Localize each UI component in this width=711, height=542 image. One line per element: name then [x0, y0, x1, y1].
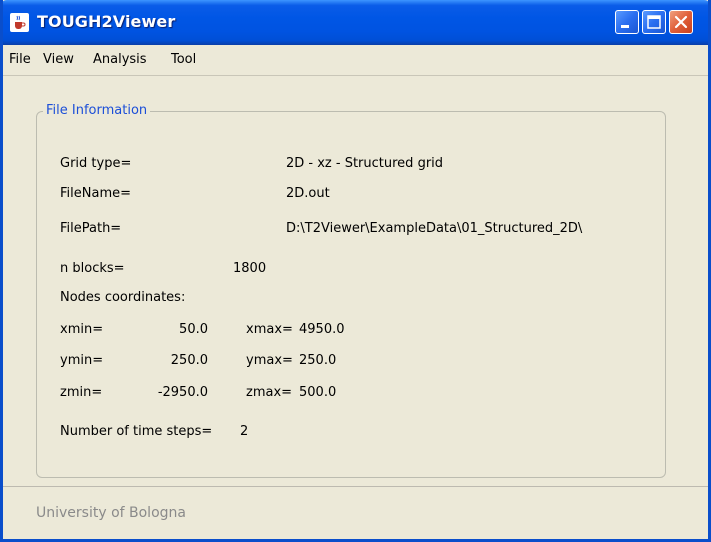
menu-file[interactable]: File [9, 52, 31, 67]
menu-analysis[interactable]: Analysis [93, 52, 147, 67]
nblocks-label: n blocks= [60, 261, 125, 276]
ymax-value: 250.0 [299, 353, 337, 368]
main-window: TOUGH2Viewer File View Analysis Tool Fil… [0, 0, 711, 542]
java-cup-icon [10, 13, 29, 32]
window-title: TOUGH2Viewer [37, 12, 176, 31]
xmax-value: 4950.0 [299, 322, 345, 337]
filepath-value: D:\T2Viewer\ExampleData\01_Structured_2D… [286, 221, 583, 236]
filepath-label: FilePath= [60, 221, 122, 236]
timesteps-label: Number of time steps= [60, 424, 213, 439]
maximize-button[interactable] [642, 10, 666, 34]
xmin-value: 50.0 [179, 322, 208, 337]
zmin-label: zmin= [60, 385, 103, 400]
group-title: File Information [43, 103, 151, 118]
nodes-coordinates-label: Nodes coordinates: [60, 290, 186, 305]
ymin-value: 250.0 [170, 353, 208, 368]
menu-view[interactable]: View [43, 52, 74, 67]
ymax-label: ymax= [246, 353, 293, 368]
menu-tool[interactable]: Tool [171, 52, 196, 67]
title-bar[interactable]: TOUGH2Viewer [3, 0, 708, 45]
status-text: University of Bologna [36, 505, 186, 521]
grid-type-label: Grid type= [60, 156, 132, 171]
filename-label: FileName= [60, 186, 131, 201]
zmax-label: zmax= [246, 385, 293, 400]
timesteps-value: 2 [240, 424, 249, 439]
grid-type-value: 2D - xz - Structured grid [286, 156, 444, 171]
nblocks-value: 1800 [233, 261, 267, 276]
close-button[interactable] [669, 10, 693, 34]
filename-value: 2D.out [286, 186, 330, 201]
minimize-icon [621, 25, 629, 28]
xmax-label: xmax= [246, 322, 293, 337]
xmin-label: xmin= [60, 322, 104, 337]
ymin-label: ymin= [60, 353, 104, 368]
zmax-value: 500.0 [299, 385, 337, 400]
minimize-button[interactable] [615, 10, 639, 34]
content-panel: File Information Grid type= 2D - xz - St… [3, 76, 708, 486]
close-icon [674, 15, 688, 29]
zmin-value: -2950.0 [157, 385, 208, 400]
status-bar: University of Bologna [3, 486, 708, 539]
menu-bar: File View Analysis Tool [3, 45, 708, 76]
maximize-icon [647, 15, 661, 29]
